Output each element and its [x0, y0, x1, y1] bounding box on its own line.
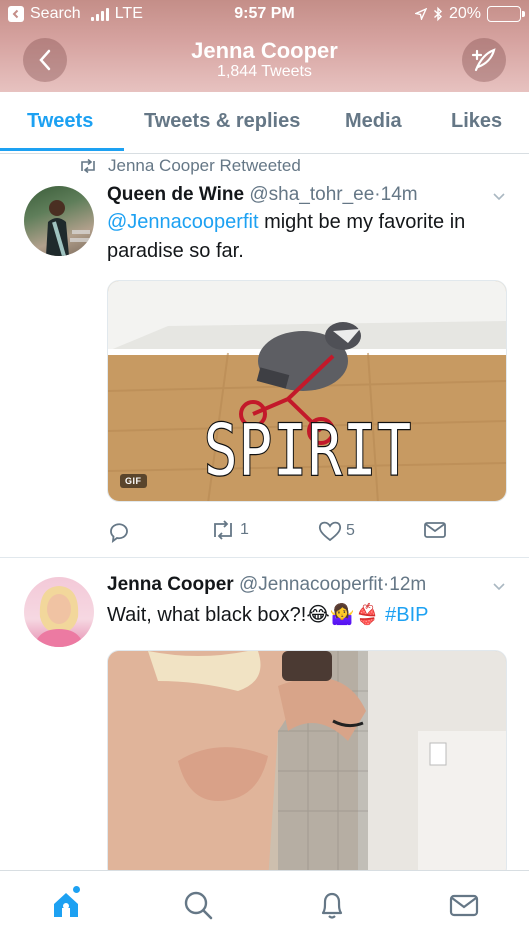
retweet-count: 1	[240, 521, 249, 538]
avatar-jenna-cooper[interactable]	[24, 577, 94, 647]
hashtag-link[interactable]: #BIP	[385, 604, 428, 626]
tweet-mention-link[interactable]: @Jennacooperfit	[107, 211, 259, 233]
direct-message-button[interactable]	[423, 520, 447, 540]
avatar-portrait-image	[34, 586, 84, 647]
author-handle-2[interactable]: @Jennacooperfit	[239, 574, 383, 595]
gif-caption-text: SPIRIT ANIMAL	[203, 410, 413, 502]
home-icon[interactable]	[50, 889, 82, 921]
tweet-gif-media[interactable]: SPIRIT ANIMAL GIF	[107, 280, 507, 502]
tweet-header: Queen de Wine @sha_tohr_ee·14m	[107, 184, 418, 206]
retweet-note: Jenna Cooper Retweeted	[78, 156, 301, 176]
retweet-button[interactable]: 1	[210, 520, 249, 540]
tweet-emoji: 😂🤷‍♀️👙	[306, 604, 380, 626]
author-name-2[interactable]: Jenna Cooper	[107, 574, 234, 595]
bottom-tab-bar	[0, 870, 529, 940]
status-right: 20%	[414, 5, 525, 23]
home-unread-dot	[73, 886, 80, 893]
messages-icon[interactable]	[448, 889, 480, 921]
bluetooth-icon	[433, 6, 442, 22]
compose-tweet-button[interactable]	[462, 38, 506, 82]
tab-likes[interactable]: Likes	[451, 110, 502, 133]
compose-feather-icon	[471, 48, 496, 72]
active-tab-indicator	[0, 148, 124, 151]
battery-percent: 20%	[448, 5, 481, 22]
profile-tabs: Tweets Tweets & replies Media Likes	[0, 92, 529, 154]
tab-tweets-and-replies[interactable]: Tweets & replies	[144, 110, 300, 133]
retweet-small-icon	[81, 159, 95, 173]
tweet-time-2: 12m	[389, 574, 427, 595]
like-count: 5	[346, 522, 355, 539]
tweet-header-2: Jenna Cooper @Jennacooperfit·12m	[107, 574, 426, 596]
retweet-icon	[214, 520, 232, 540]
notifications-icon[interactable]	[316, 889, 348, 921]
tweet-text: @Jennacooperfit might be my favorite in …	[107, 208, 507, 266]
tweet-body-2: Wait, what black box?!	[107, 604, 307, 626]
bathroom-photo-image	[108, 651, 506, 879]
tweet-text-2: Wait, what black box?!😂🤷‍♀️👙 #BIP	[107, 601, 507, 630]
author-handle[interactable]: @sha_tohr_ee	[249, 184, 374, 205]
tab-media[interactable]: Media	[345, 110, 402, 133]
tweet-photo-media[interactable]	[107, 650, 507, 880]
retweet-note-text: Jenna Cooper Retweeted	[108, 156, 301, 175]
tab-tweets[interactable]: Tweets	[27, 110, 93, 133]
tweet-actions: 1 5	[107, 520, 507, 550]
avatar-figure-image	[46, 200, 92, 256]
author-name[interactable]: Queen de Wine	[107, 184, 244, 205]
reply-button[interactable]	[107, 520, 131, 544]
location-icon	[414, 8, 427, 20]
profile-header: Search LTE 9:57 PM 20% Jenna Cooper 1,84…	[0, 0, 529, 92]
heart-icon	[318, 521, 342, 542]
profile-name-title: Jenna Cooper	[191, 38, 338, 63]
tweet-menu-chevron-icon[interactable]	[491, 188, 507, 204]
tweet-menu-chevron-icon-2[interactable]	[491, 578, 507, 594]
battery-icon	[487, 6, 525, 22]
reply-icon	[110, 523, 128, 543]
tweet-divider	[0, 557, 529, 558]
like-button[interactable]: 5	[318, 520, 355, 542]
envelope-icon	[424, 522, 446, 538]
avatar-queen-de-wine[interactable]	[24, 186, 94, 256]
search-icon[interactable]	[182, 889, 214, 921]
tweet-time: 14m	[380, 184, 418, 205]
tweet-count: 1,844 Tweets	[217, 63, 312, 80]
status-bar: Search LTE 9:57 PM 20%	[0, 0, 529, 30]
gif-badge: GIF	[120, 474, 147, 488]
